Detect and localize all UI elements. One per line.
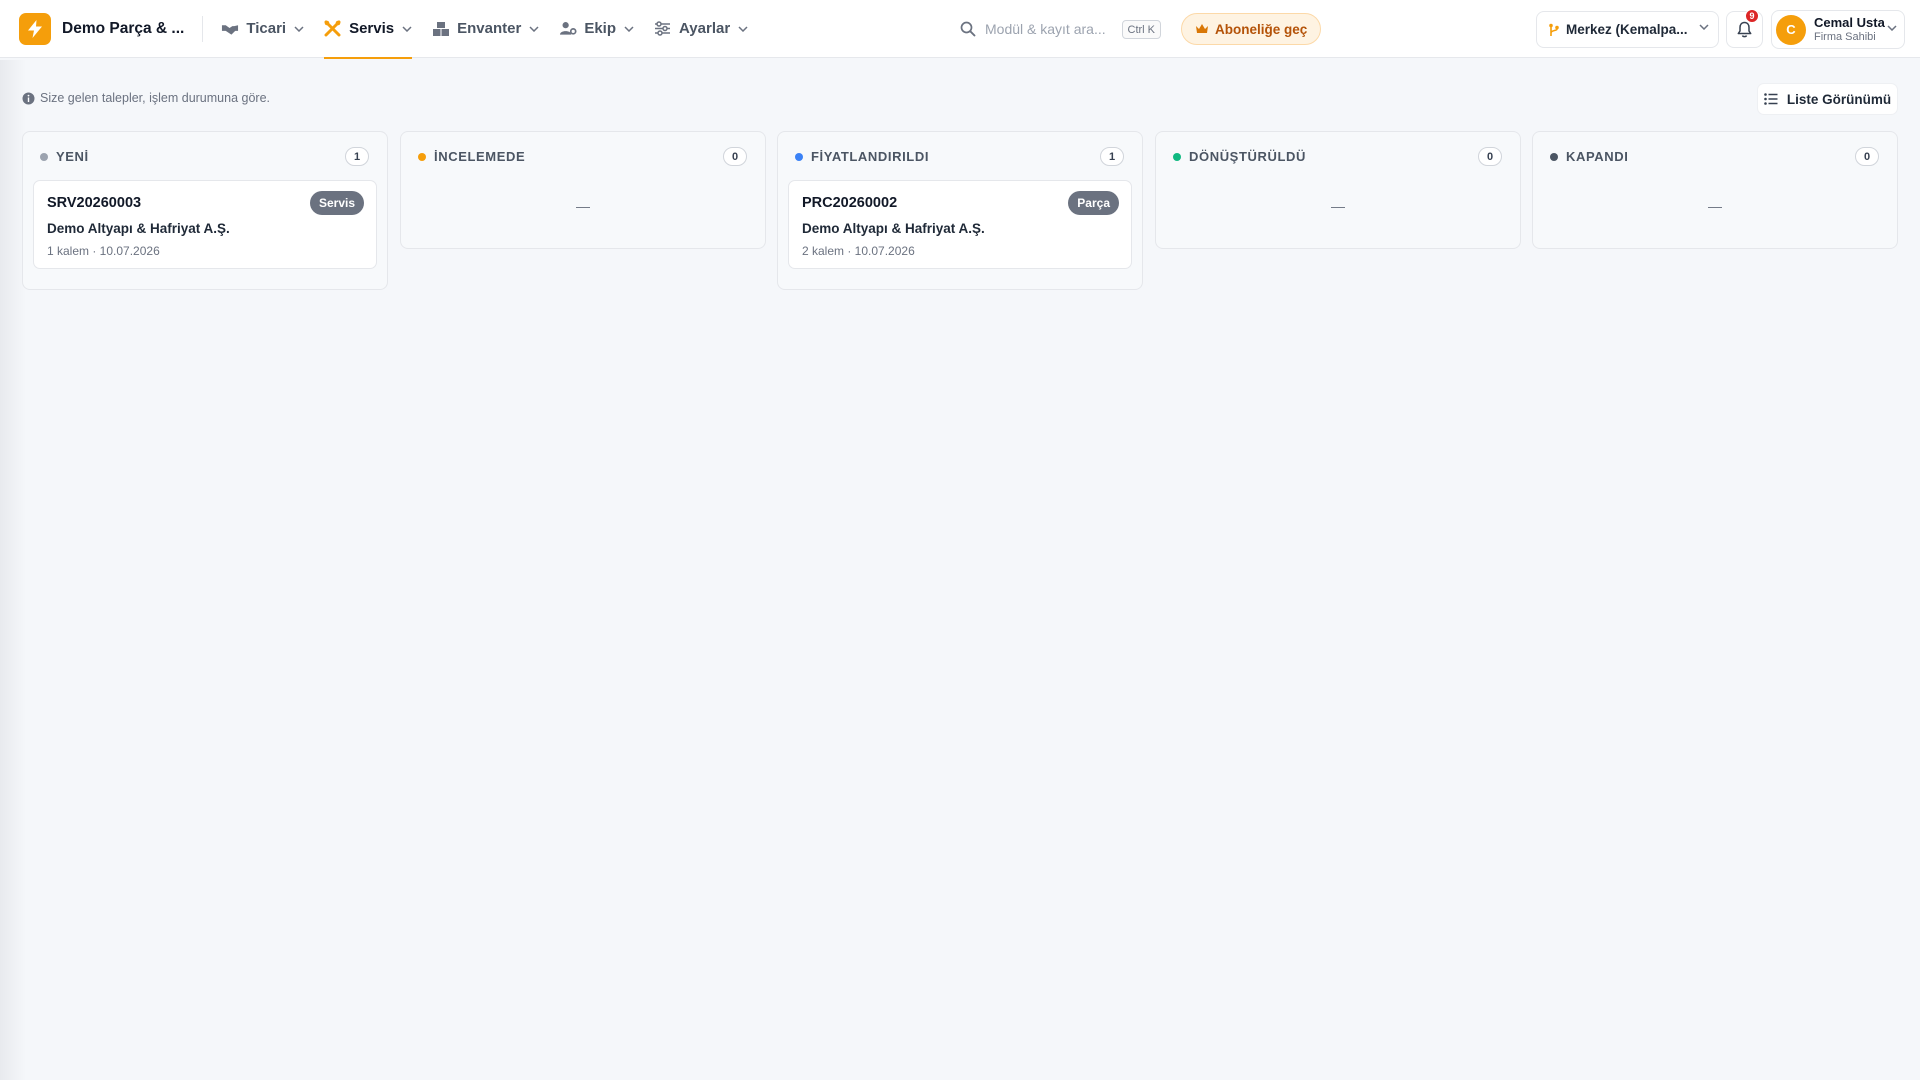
- nav-item-ticari[interactable]: Ticari: [221, 0, 304, 58]
- brand-name: Demo Parça & ...: [62, 19, 185, 37]
- page-description-text: Size gelen talepler, işlem durumuna göre…: [40, 91, 270, 105]
- kanban-column-kapandi: KAPANDI 0 —: [1532, 131, 1898, 249]
- status-dot: [418, 153, 426, 161]
- nav-item-servis[interactable]: Servis: [324, 0, 413, 59]
- card-type-badge: Parça: [1068, 191, 1119, 215]
- lightning-logo-icon: [19, 12, 51, 45]
- column-count-badge: 0: [1478, 147, 1502, 166]
- column-title: YENİ: [56, 149, 89, 164]
- card-code: PRC20260002: [802, 195, 898, 211]
- tools-icon: [324, 20, 342, 38]
- column-count-badge: 0: [1855, 147, 1879, 166]
- nav-item-label: Servis: [349, 20, 395, 37]
- chevron-down-icon: [529, 25, 539, 32]
- column-header: İNCELEMEDE 0: [401, 132, 765, 180]
- column-count-badge: 1: [345, 147, 369, 166]
- card-code: SRV20260003: [47, 195, 142, 211]
- status-dot: [1550, 153, 1558, 161]
- card-meta: 2 kalem · 10.07.2026: [802, 244, 915, 258]
- column-count-badge: 0: [723, 147, 747, 166]
- column-title: DÖNÜŞTÜRÜLDÜ: [1189, 149, 1306, 164]
- subscribe-button[interactable]: Aboneliğe geç: [1181, 13, 1322, 45]
- chevron-down-icon: [738, 25, 748, 32]
- list-view-label: Liste Görünümü: [1786, 91, 1892, 107]
- subscribe-label: Aboneliğe geç: [1215, 21, 1308, 37]
- chevron-down-icon: [624, 25, 634, 32]
- chevron-down-icon: [1887, 25, 1897, 31]
- request-card[interactable]: SRV20260003 Servis Demo Altyapı & Hafriy…: [33, 180, 377, 269]
- info-icon: [22, 92, 35, 105]
- kanban-column-incelemede: İNCELEMEDE 0 —: [400, 131, 766, 249]
- nav-item-label: Ticari: [246, 20, 287, 37]
- user-menu[interactable]: C Cemal Usta Firma Sahibi: [1771, 10, 1905, 49]
- list-icon: [1764, 93, 1778, 105]
- search-icon: [960, 21, 976, 37]
- nav-item-label: Ekip: [584, 20, 617, 37]
- column-title: FİYATLANDIRILDI: [811, 149, 930, 164]
- user-name: Cemal Usta: [1814, 15, 1885, 30]
- column-count-badge: 1: [1100, 147, 1124, 166]
- chevron-down-icon: [402, 25, 412, 32]
- branch-icon: [1548, 23, 1560, 37]
- avatar: C: [1776, 14, 1806, 45]
- brand[interactable]: Demo Parça & ...: [19, 0, 184, 58]
- column-title: KAPANDI: [1566, 149, 1629, 164]
- column-header: DÖNÜŞTÜRÜLDÜ 0: [1156, 132, 1520, 180]
- column-header: FİYATLANDIRILDI 1: [778, 132, 1142, 180]
- column-header: YENİ 1: [23, 132, 387, 180]
- page-description: Size gelen talepler, işlem durumuna göre…: [22, 91, 270, 105]
- nav-item-ayarlar[interactable]: Ayarlar: [654, 0, 748, 58]
- nav-item-ekip[interactable]: Ekip: [559, 0, 634, 58]
- users-gear-icon: [559, 20, 577, 38]
- status-dot: [795, 153, 803, 161]
- nav-item-label: Envanter: [457, 20, 522, 37]
- notification-count-badge: 9: [1745, 9, 1759, 23]
- bell-icon: [1737, 21, 1752, 38]
- boxes-icon: [432, 20, 450, 38]
- nav-item-label: Ayarlar: [679, 20, 731, 37]
- request-card[interactable]: PRC20260002 Parça Demo Altyapı & Hafriya…: [788, 180, 1132, 269]
- notifications-button[interactable]: 9: [1726, 9, 1763, 48]
- kanban-column-donusturuldu: DÖNÜŞTÜRÜLDÜ 0 —: [1155, 131, 1521, 249]
- user-info: Cemal Usta Firma Sahibi: [1814, 15, 1885, 44]
- column-title: İNCELEMEDE: [434, 149, 526, 164]
- main-menu: Ticari Servis Envanter Ekip Ayarlar: [221, 0, 768, 59]
- column-empty-placeholder: —: [1708, 198, 1722, 214]
- status-dot: [1173, 153, 1181, 161]
- sliders-icon: [654, 20, 672, 38]
- status-dot: [40, 153, 48, 161]
- brand-divider: [202, 15, 204, 42]
- nav-item-envanter[interactable]: Envanter: [432, 0, 539, 58]
- crown-icon: [1195, 23, 1209, 35]
- global-search[interactable]: Ctrl K: [950, 12, 1166, 46]
- column-empty-placeholder: —: [1331, 198, 1345, 214]
- column-header: KAPANDI 0: [1533, 132, 1897, 180]
- handshake-icon: [221, 20, 239, 38]
- branch-selector[interactable]: Merkez (Kemalpa...: [1536, 11, 1719, 48]
- search-input[interactable]: [985, 21, 1125, 37]
- list-view-button[interactable]: Liste Görünümü: [1757, 83, 1898, 115]
- branch-label: Merkez (Kemalpa...: [1566, 22, 1688, 37]
- kanban-column-fiyatlandirildi: FİYATLANDIRILDI 1 PRC20260002 Parça Demo…: [777, 131, 1143, 290]
- top-navbar: Demo Parça & ... Ticari Servis Envanter …: [0, 0, 1920, 59]
- chevron-down-icon: [1699, 24, 1709, 30]
- user-role: Firma Sahibi: [1814, 31, 1876, 43]
- card-meta: 1 kalem · 10.07.2026: [47, 244, 160, 258]
- chevron-down-icon: [294, 25, 304, 32]
- kanban-column-yeni: YENİ 1 SRV20260003 Servis Demo Altyapı &…: [22, 131, 388, 290]
- card-customer: Demo Altyapı & Hafriyat A.Ş.: [47, 221, 230, 236]
- search-shortcut-hint: Ctrl K: [1121, 20, 1161, 39]
- card-customer: Demo Altyapı & Hafriyat A.Ş.: [802, 221, 985, 236]
- card-type-badge: Servis: [309, 191, 364, 215]
- column-empty-placeholder: —: [576, 198, 590, 214]
